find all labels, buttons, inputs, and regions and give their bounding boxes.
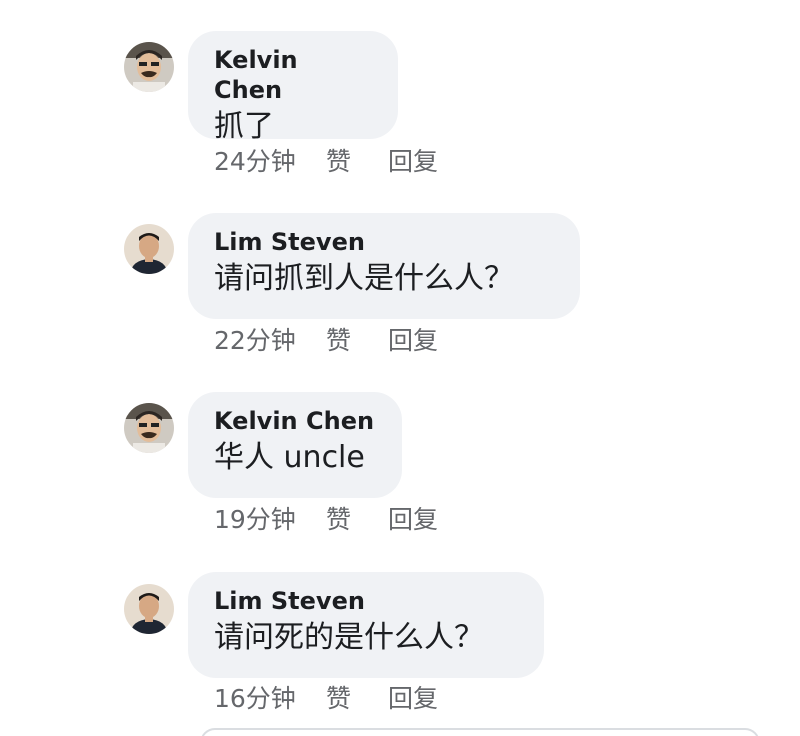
- man-dark-jacket-avatar-icon: [124, 584, 174, 634]
- like-button[interactable]: 赞: [326, 505, 388, 535]
- comment-timestamp: 16分钟: [214, 684, 296, 713]
- like-button[interactable]: 赞: [326, 684, 388, 714]
- reply-input[interactable]: [200, 728, 760, 736]
- comment-actions: 16分钟 赞回复: [214, 684, 438, 714]
- man-dark-jacket-avatar-icon: [124, 224, 174, 274]
- like-button[interactable]: 赞: [326, 326, 388, 356]
- comment-text: 请问抓到人是什么人？: [214, 261, 514, 296]
- comment-text: 抓了: [214, 109, 274, 144]
- avatar[interactable]: [124, 584, 174, 634]
- comment-bubble: Lim Steven 请问抓到人是什么人？: [188, 213, 580, 319]
- like-button[interactable]: 赞: [326, 147, 388, 177]
- comment-text: 华人 uncle: [214, 440, 365, 475]
- comment-thread: Kelvin Chen 抓了 24分钟赞回复 Lim Steven 请问抓到人是…: [0, 0, 800, 736]
- comment-bubble: Kelvin Chen 抓了: [188, 31, 398, 144]
- man-with-mustache-avatar-icon: [124, 403, 174, 453]
- comment-timestamp: 19分钟: [214, 505, 296, 534]
- avatar[interactable]: [124, 42, 174, 92]
- comment-timestamp: 24分钟: [214, 147, 296, 176]
- comment-author[interactable]: Lim Steven: [214, 227, 554, 257]
- man-with-mustache-avatar-icon: [124, 42, 174, 92]
- reply-button[interactable]: 回复: [388, 505, 438, 535]
- comment-actions: 24分钟 赞回复: [214, 147, 438, 177]
- comment-actions: 22分钟 赞回复: [214, 326, 438, 356]
- comment-bubble: Lim Steven 请问死的是什么人？: [188, 572, 544, 678]
- reply-button[interactable]: 回复: [388, 147, 438, 177]
- reply-button[interactable]: 回复: [388, 326, 438, 356]
- comment-author[interactable]: Lim Steven: [214, 586, 518, 616]
- comment-author[interactable]: Kelvin Chen: [214, 406, 376, 436]
- avatar[interactable]: [124, 224, 174, 274]
- comment-text: 请问死的是什么人？: [214, 620, 484, 655]
- comment-actions: 19分钟 赞回复: [214, 505, 438, 535]
- reply-button[interactable]: 回复: [388, 684, 438, 714]
- comment-author[interactable]: Kelvin Chen: [214, 45, 372, 105]
- comment-bubble: Kelvin Chen 华人 uncle: [188, 392, 402, 498]
- comment-timestamp: 22分钟: [214, 326, 296, 355]
- avatar[interactable]: [124, 403, 174, 453]
